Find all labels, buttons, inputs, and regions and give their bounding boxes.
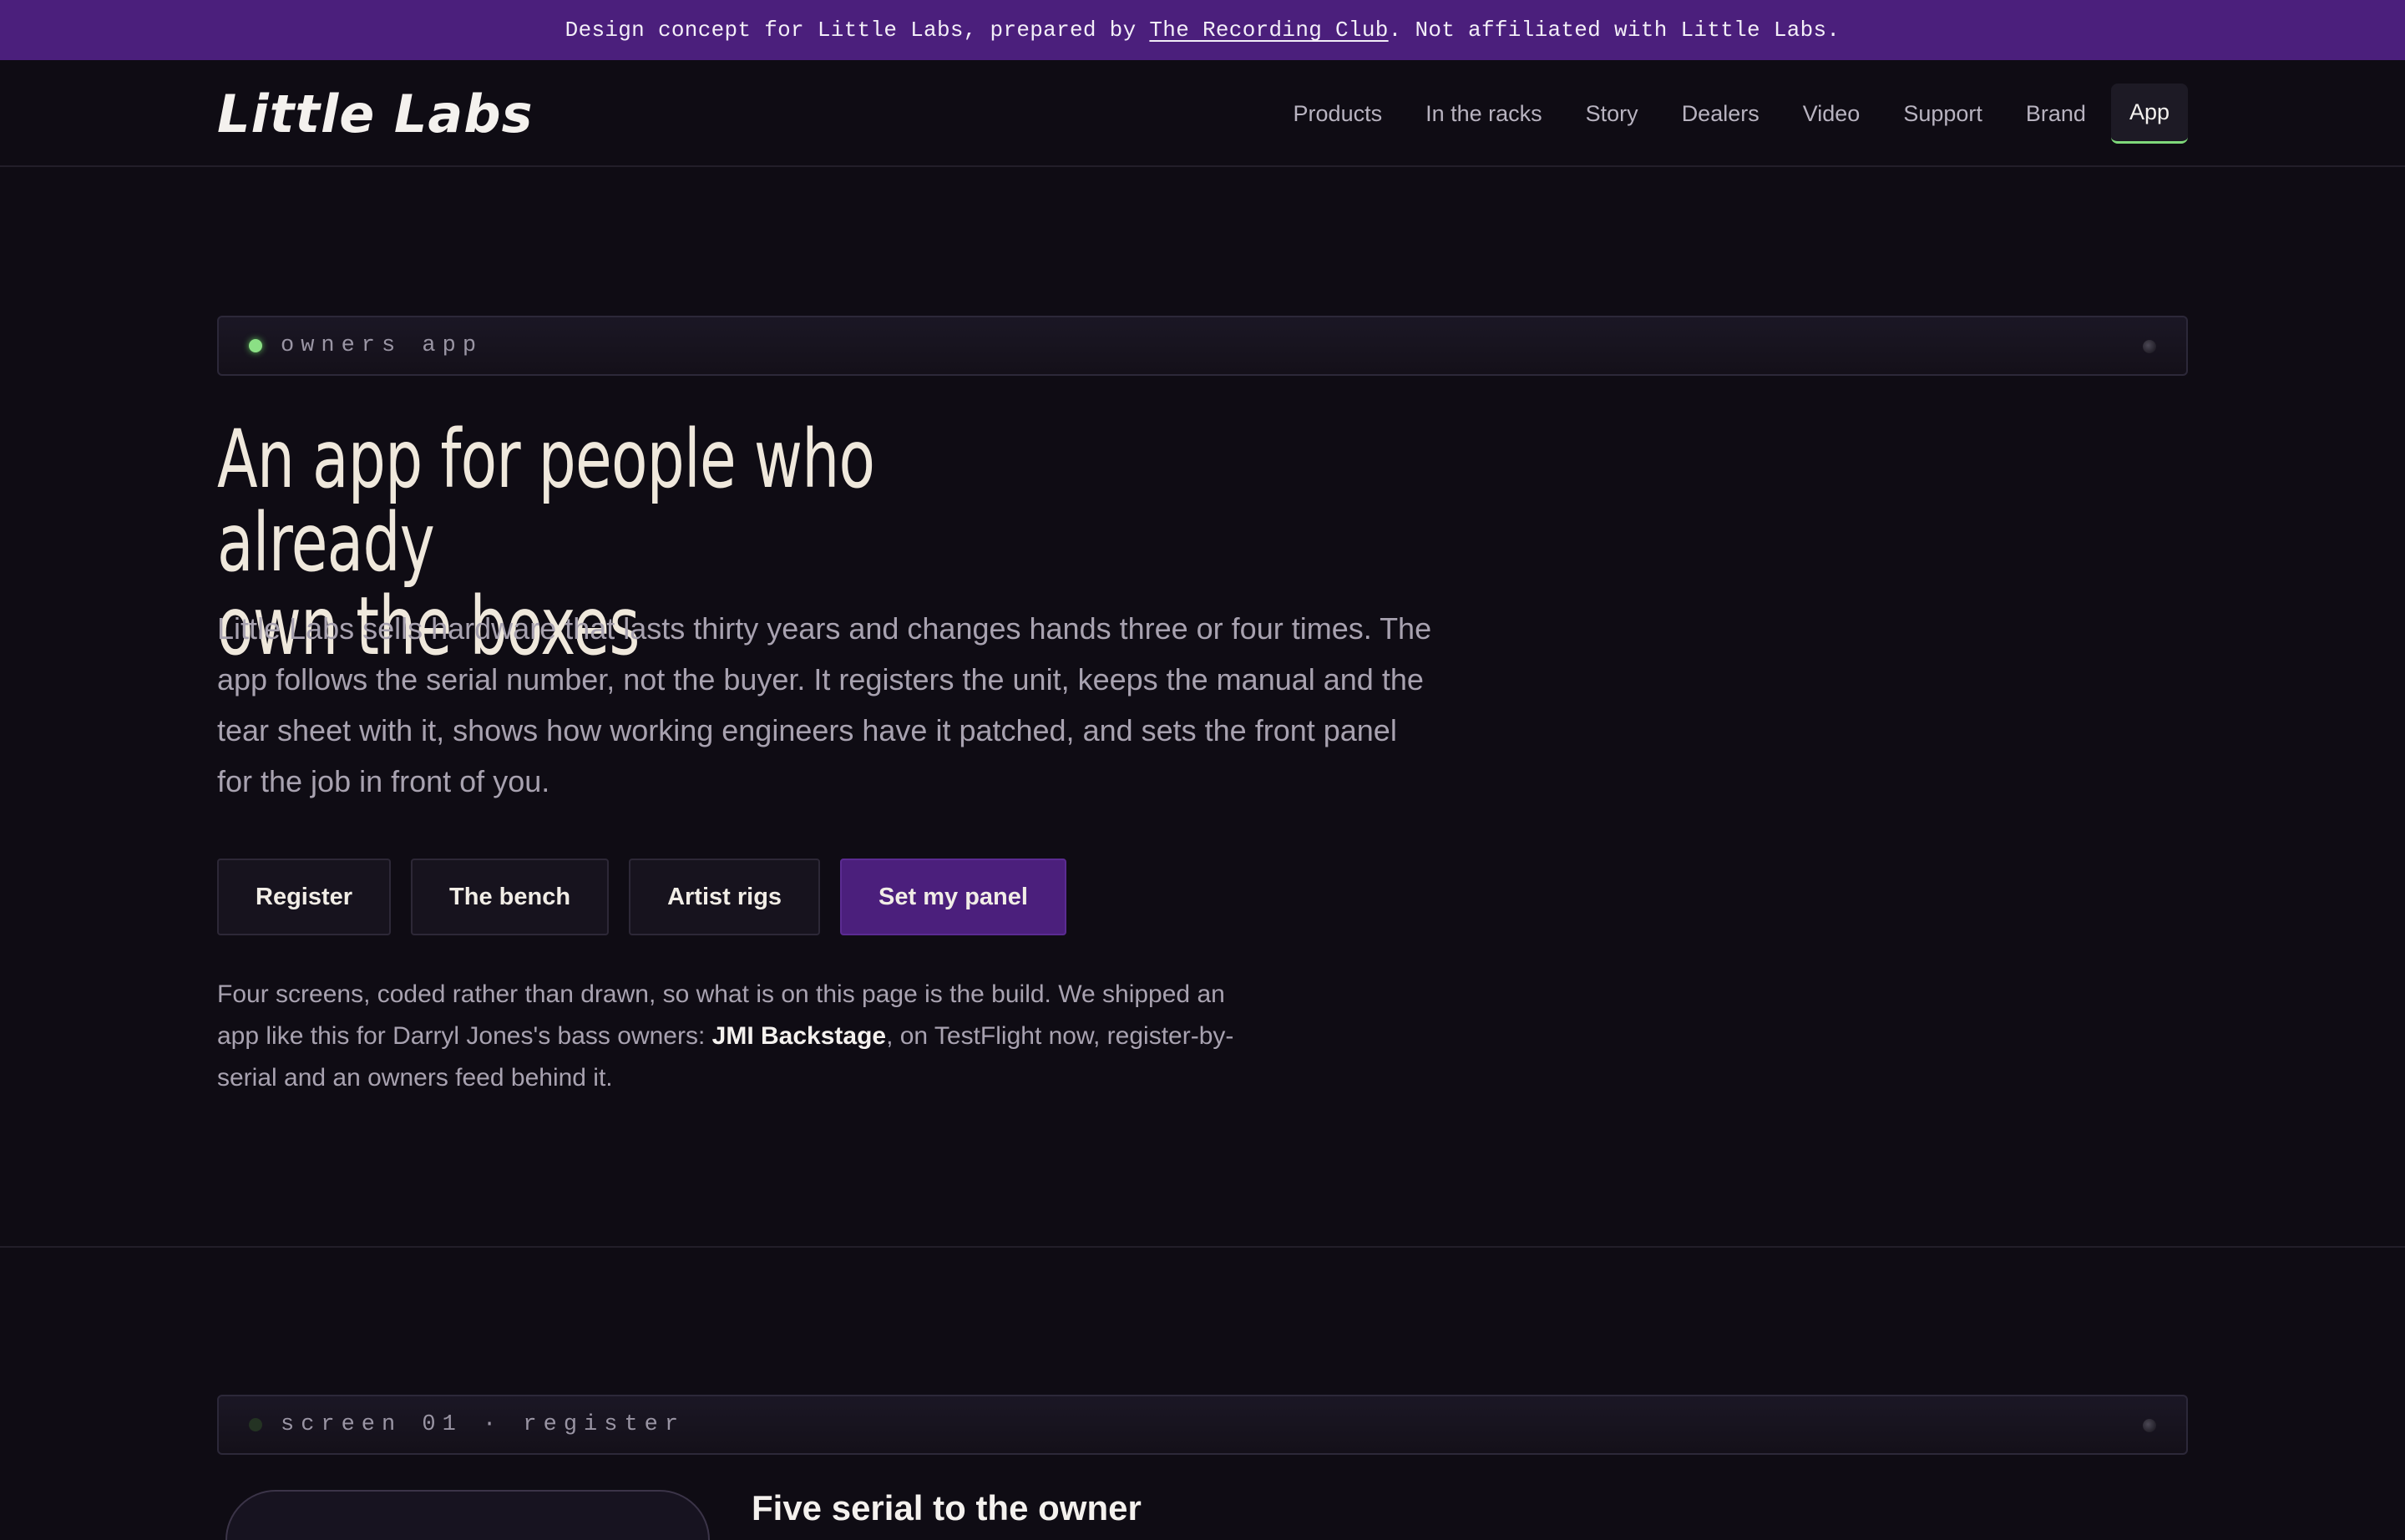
concept-banner: Design concept for Little Labs, prepared… [0,0,2405,60]
recording-club-link[interactable]: The Recording Club [1149,18,1388,43]
status-led-icon [249,339,262,352]
nav-item-products[interactable]: Products [1272,84,1405,144]
banner-suffix: . Not affiliated with Little Labs. [1388,18,1840,43]
panel-label: screen 01 · register [281,1412,686,1437]
build-note: Four screens, coded rather than drawn, s… [217,974,1236,1099]
section-divider [0,1246,2405,1248]
screw-icon [2143,1419,2156,1432]
screen-01-panel-bar: screen 01 · register [217,1395,2188,1455]
phone-mockup-top [225,1490,710,1540]
owners-app-panel-bar: owners app [217,316,2188,376]
panel-label: owners app [281,333,484,358]
the-bench-button[interactable]: The bench [411,859,610,935]
artist-rigs-button[interactable]: Artist rigs [629,859,821,935]
nav-item-support[interactable]: Support [1881,84,2004,144]
nav-item-in-the-racks[interactable]: In the racks [1404,84,1564,144]
screw-icon [2143,340,2156,353]
hero-buttons: Register The bench Artist rigs Set my pa… [217,859,1066,935]
jmi-backstage-highlight: JMI Backstage [711,1022,887,1050]
hero-lede: Little Labs sells hardware that lasts th… [217,611,1432,798]
nav-item-dealers[interactable]: Dealers [1660,84,1781,144]
register-button[interactable]: Register [217,859,392,935]
little-labs-logo[interactable]: Little Labs [217,84,534,144]
main-nav: Little Labs Products In the racks Story … [0,60,2405,167]
banner-prefix: Design concept for Little Labs, prepared… [565,18,1150,43]
headline-line-1: An app for people who already [217,413,875,590]
nav-item-brand[interactable]: Brand [2004,84,2108,144]
screen-01-heading: Five serial to the owner [752,1488,1142,1527]
nav-item-story[interactable]: Story [1564,84,1660,144]
status-led-icon [249,1418,262,1431]
nav-links: Products In the racks Story Dealers Vide… [1272,84,2188,144]
nav-item-app[interactable]: App [2110,84,2188,144]
set-my-panel-button[interactable]: Set my panel [840,859,1066,935]
nav-item-video[interactable]: Video [1781,84,1882,144]
